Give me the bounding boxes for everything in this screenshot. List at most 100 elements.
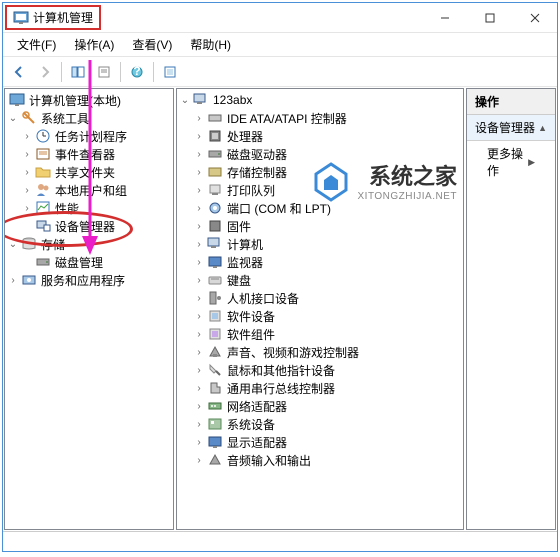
tree-label: 人机接口设备	[225, 290, 301, 307]
device-mgr-icon	[35, 218, 51, 234]
expand-icon[interactable]: ›	[193, 202, 205, 214]
device-category[interactable]: ›端口 (COM 和 LPT)	[179, 199, 461, 217]
menu-help[interactable]: 帮助(H)	[182, 34, 239, 55]
expand-icon[interactable]: ›	[7, 274, 19, 286]
help-button[interactable]: ?	[125, 60, 149, 84]
expand-icon[interactable]: ›	[21, 148, 33, 160]
device-category[interactable]: ›IDE ATA/ATAPI 控制器	[179, 109, 461, 127]
toolbar-separator	[61, 62, 62, 82]
toolbar: ?	[3, 57, 557, 87]
device-category[interactable]: ›存储控制器	[179, 163, 461, 181]
device-category-icon	[207, 164, 223, 180]
device-category[interactable]: ›鼠标和其他指针设备	[179, 361, 461, 379]
more-actions-label: 更多操作	[487, 145, 528, 179]
expand-icon[interactable]: ›	[21, 202, 33, 214]
expand-icon[interactable]: ›	[193, 328, 205, 340]
close-button[interactable]	[512, 4, 557, 32]
expand-icon[interactable]: ›	[21, 166, 33, 178]
device-category[interactable]: › 人机接口设备	[179, 289, 461, 307]
tree-task-scheduler[interactable]: › 任务计划程序	[7, 127, 171, 145]
device-category[interactable]: ›监视器	[179, 253, 461, 271]
show-hide-tree-button[interactable]	[66, 60, 90, 84]
tree-storage[interactable]: ⌄ 存储	[7, 235, 171, 253]
menu-view[interactable]: 查看(V)	[124, 34, 180, 55]
device-category[interactable]: › 处理器	[179, 127, 461, 145]
tree-system-tools[interactable]: ⌄ 系统工具	[7, 109, 171, 127]
collapse-icon[interactable]: ⌄	[179, 94, 191, 106]
device-category-icon	[207, 290, 223, 306]
properties-button[interactable]	[92, 60, 116, 84]
tree-label: 处理器	[225, 128, 265, 145]
tree-label: 系统设备	[225, 416, 277, 433]
device-category[interactable]: ›固件	[179, 217, 461, 235]
expand-icon[interactable]: ›	[193, 220, 205, 232]
device-tree-root[interactable]: ⌄ 123abx	[179, 91, 461, 109]
tree-label: 计算机管理(本地)	[27, 92, 123, 109]
expand-icon[interactable]: ›	[193, 310, 205, 322]
tree-label: 本地用户和组	[53, 182, 129, 199]
computer-mgmt-icon	[9, 92, 25, 108]
device-category[interactable]: › 磁盘驱动器	[179, 145, 461, 163]
tree-label: 系统工具	[39, 110, 91, 127]
expand-icon[interactable]: ›	[193, 436, 205, 448]
device-category-icon	[207, 110, 223, 126]
tree-performance[interactable]: › 性能	[7, 199, 171, 217]
expand-icon[interactable]: ›	[193, 274, 205, 286]
device-category-icon	[207, 434, 223, 450]
disk-icon	[35, 254, 51, 270]
expand-icon[interactable]: ›	[193, 166, 205, 178]
expand-icon[interactable]: ›	[193, 184, 205, 196]
users-icon	[35, 182, 51, 198]
tree-label: 存储	[39, 236, 67, 253]
actions-context[interactable]: 设备管理器 ▲	[467, 115, 555, 141]
device-category[interactable]: ›网络适配器	[179, 397, 461, 415]
tree-services-apps[interactable]: › 服务和应用程序	[7, 271, 171, 289]
expand-icon[interactable]: ›	[193, 454, 205, 466]
collapse-icon[interactable]: ⌄	[7, 112, 19, 124]
tree-local-users[interactable]: › 本地用户和组	[7, 181, 171, 199]
device-category[interactable]: ›键盘	[179, 271, 461, 289]
tree-label: 性能	[53, 200, 81, 217]
device-category[interactable]: ›显示适配器	[179, 433, 461, 451]
expand-icon[interactable]: ›	[193, 130, 205, 142]
refresh-button[interactable]	[158, 60, 182, 84]
device-category[interactable]: ›打印队列	[179, 181, 461, 199]
menu-file[interactable]: 文件(F)	[9, 34, 64, 55]
menu-action[interactable]: 操作(A)	[66, 34, 122, 55]
expand-icon[interactable]: ›	[193, 400, 205, 412]
expand-icon[interactable]: ›	[193, 346, 205, 358]
tree-shared-folders[interactable]: › 共享文件夹	[7, 163, 171, 181]
device-category[interactable]: ›音频输入和输出	[179, 451, 461, 469]
back-button[interactable]	[7, 60, 31, 84]
device-category[interactable]: ›软件设备	[179, 307, 461, 325]
forward-button[interactable]	[33, 60, 57, 84]
left-tree-pane[interactable]: 计算机管理(本地) ⌄ 系统工具 › 任务计划程序 › 事件查看器	[4, 88, 174, 530]
expand-icon[interactable]: ›	[193, 238, 205, 250]
device-category[interactable]: ›软件组件	[179, 325, 461, 343]
tree-event-viewer[interactable]: › 事件查看器	[7, 145, 171, 163]
device-category[interactable]: ›计算机	[179, 235, 461, 253]
collapse-icon[interactable]: ⌄	[7, 238, 19, 250]
event-icon	[35, 146, 51, 162]
expand-icon[interactable]: ›	[193, 148, 205, 160]
tree-root-local[interactable]: 计算机管理(本地)	[7, 91, 171, 109]
expand-icon[interactable]: ›	[193, 112, 205, 124]
expand-icon[interactable]: ›	[21, 130, 33, 142]
maximize-button[interactable]	[467, 4, 512, 32]
expand-icon[interactable]: ›	[193, 256, 205, 268]
tree-disk-management[interactable]: 磁盘管理	[7, 253, 171, 271]
tree-label: 磁盘驱动器	[225, 146, 289, 163]
expand-icon[interactable]: ›	[193, 364, 205, 376]
device-tree-pane[interactable]: 系统之家 XITONGZHIJIA.NET ⌄ 123abx ›IDE ATA/…	[176, 88, 464, 530]
device-category[interactable]: › 系统设备	[179, 415, 461, 433]
expand-icon[interactable]: ›	[193, 382, 205, 394]
device-category[interactable]: ›通用串行总线控制器	[179, 379, 461, 397]
minimize-button[interactable]	[422, 4, 467, 32]
clock-icon	[35, 128, 51, 144]
device-category[interactable]: ›声音、视频和游戏控制器	[179, 343, 461, 361]
expand-icon[interactable]: ›	[193, 292, 205, 304]
expand-icon[interactable]: ›	[21, 184, 33, 196]
expand-icon[interactable]: ›	[193, 418, 205, 430]
more-actions-item[interactable]: 更多操作 ▶	[467, 141, 555, 183]
tree-device-manager[interactable]: 设备管理器	[7, 217, 171, 235]
